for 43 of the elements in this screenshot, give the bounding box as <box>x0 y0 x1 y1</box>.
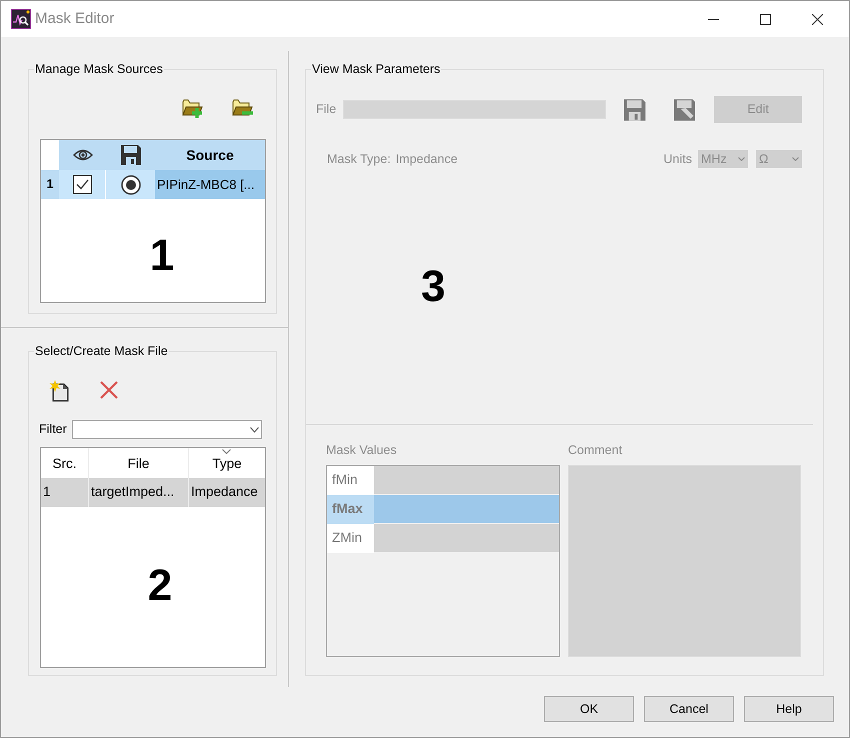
table-cell[interactable]: 1 <box>41 478 89 507</box>
value-cell[interactable] <box>374 466 559 495</box>
chevron-down-icon <box>250 426 259 432</box>
chevron-down-icon <box>792 157 799 161</box>
table-cell[interactable]: targetImped... <box>89 478 189 507</box>
folder-add-icon[interactable] <box>182 98 204 119</box>
dropdown-value: Ω <box>759 150 768 168</box>
annotation-number: 3 <box>421 262 446 311</box>
radio-button[interactable] <box>120 174 140 194</box>
filter-dropdown[interactable] <box>72 420 262 439</box>
sort-icon <box>222 449 231 454</box>
filter-label: Filter <box>39 421 67 438</box>
annotation-number: 2 <box>148 564 172 608</box>
units-label: Units <box>664 150 692 168</box>
mask-type-value: Impedance <box>396 150 458 168</box>
value-cell[interactable] <box>374 524 559 553</box>
delete-icon[interactable] <box>99 380 119 400</box>
dialog-button[interactable]: Help <box>744 696 834 722</box>
value-cell[interactable] <box>374 494 559 524</box>
new-file-icon[interactable] <box>49 380 71 402</box>
floppy-disk-edit-icon[interactable] <box>674 98 696 120</box>
dialog-button[interactable]: Cancel <box>644 696 734 722</box>
dropdown-value: MHz <box>701 150 727 168</box>
chevron-down-icon <box>738 157 745 161</box>
table-cell[interactable]: Impedance <box>189 478 265 507</box>
comment-label: Comment <box>568 442 624 459</box>
close-icon <box>812 14 822 24</box>
table-cell[interactable]: PIPinZ-MBC8 [... <box>155 170 265 199</box>
parameter-name[interactable]: fMin <box>327 466 374 495</box>
column-header[interactable]: Type <box>189 448 265 478</box>
maximize-icon <box>760 14 770 24</box>
visibility-checkbox[interactable] <box>72 175 92 194</box>
annotation-number: 1 <box>150 234 174 278</box>
file-label: File <box>316 101 336 118</box>
eye-icon <box>72 148 92 162</box>
row-number: 1 <box>41 170 59 199</box>
mask-values-label: Mask Values <box>326 442 398 459</box>
window-title: Mask Editor <box>35 8 114 29</box>
parameter-name[interactable]: ZMin <box>327 524 374 553</box>
mask-type-label: Mask Type: <box>327 150 391 168</box>
group-title: Manage Mask Sources <box>34 62 164 77</box>
app-logo-icon <box>11 9 31 29</box>
dialog-button[interactable]: OK <box>544 696 634 722</box>
